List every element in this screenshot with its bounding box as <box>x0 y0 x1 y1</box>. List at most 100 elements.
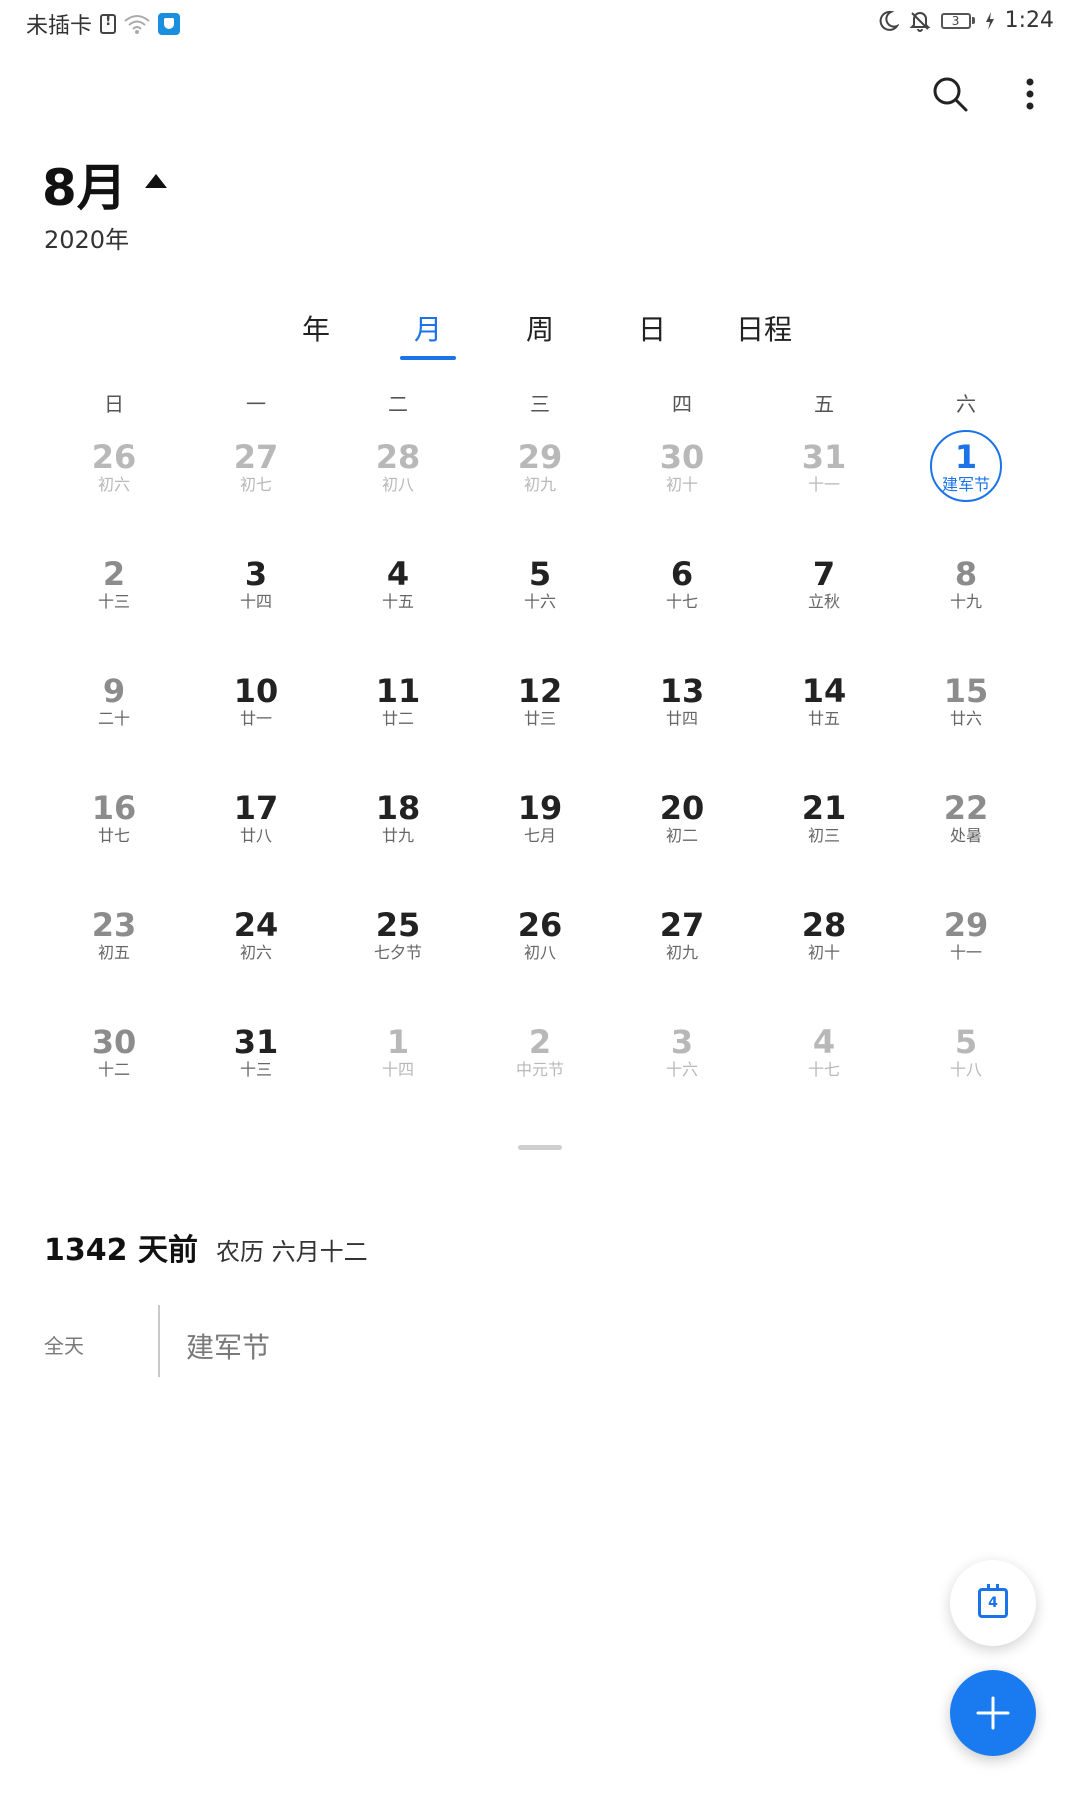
day-number: 3 <box>670 1023 694 1061</box>
day-number: 2 <box>102 555 126 593</box>
day-cell[interactable]: 1 十四 <box>327 1025 469 1142</box>
status-time: 1:24 <box>1004 8 1054 33</box>
day-cell[interactable]: 4 十五 <box>327 557 469 674</box>
lunar-label: 廿二 <box>381 709 414 728</box>
day-cell[interactable]: 4 十七 <box>753 1025 895 1142</box>
day-cell[interactable]: 29 十一 <box>895 908 1037 1025</box>
day-cell[interactable]: 18 廿九 <box>327 791 469 908</box>
lunar-label: 十二 <box>97 1060 130 1079</box>
weekday-label: 二 <box>388 392 408 416</box>
day-cell[interactable]: 27 初七 <box>185 440 327 557</box>
lunar-label: 十一 <box>807 475 840 494</box>
day-number: 22 <box>943 789 989 827</box>
day-number: 25 <box>375 906 421 944</box>
day-cell[interactable]: 10 廿一 <box>185 674 327 791</box>
carrier-label: 未插卡 <box>26 14 93 39</box>
day-cell[interactable]: 2 十三 <box>43 557 185 674</box>
view-tabs: 年 月 周 日 日程 <box>260 300 820 360</box>
plus-icon <box>976 1696 1010 1730</box>
day-cell[interactable]: 24 初六 <box>185 908 327 1025</box>
event-item[interactable]: 建军节 <box>186 1326 270 1366</box>
day-cell[interactable]: 15 廿六 <box>895 674 1037 791</box>
day-cell[interactable]: 5 十六 <box>469 557 611 674</box>
day-number: 31 <box>801 438 847 476</box>
day-cell[interactable]: 8 十九 <box>895 557 1037 674</box>
week-row: 23 初五 24 初六 25 七夕节 26 初八 27 初九 28 初十 29 十一 <box>43 908 1037 1025</box>
day-cell[interactable]: 28 初八 <box>327 440 469 557</box>
charging-icon <box>985 11 994 30</box>
day-cell[interactable]: 21 初三 <box>753 791 895 908</box>
search-icon[interactable] <box>930 74 970 114</box>
day-number: 30 <box>91 1023 137 1061</box>
day-cell[interactable]: 25 七夕节 <box>327 908 469 1025</box>
day-cell[interactable]: 19 七月 <box>469 791 611 908</box>
event-divider <box>158 1305 160 1377</box>
lunar-label: 建军节 <box>941 475 990 494</box>
add-event-button[interactable] <box>950 1670 1036 1756</box>
day-cell[interactable]: 22 处暑 <box>895 791 1037 908</box>
day-number: 29 <box>517 438 563 476</box>
weekday-label: 六 <box>956 392 976 416</box>
lunar-label: 初八 <box>381 475 414 494</box>
day-cell-selected[interactable]: 1 建军节 <box>895 430 1037 557</box>
day-cell[interactable]: 3 十四 <box>185 557 327 674</box>
day-cell[interactable]: 26 初六 <box>43 440 185 557</box>
day-cell[interactable]: 17 廿八 <box>185 791 327 908</box>
day-cell[interactable]: 16 廿七 <box>43 791 185 908</box>
day-cell[interactable]: 31 十一 <box>753 440 895 557</box>
calendar-today-icon: 4 <box>978 1584 1008 1618</box>
day-number: 17 <box>233 789 279 827</box>
day-cell[interactable]: 14 廿五 <box>753 674 895 791</box>
day-number: 28 <box>375 438 421 476</box>
today-button[interactable]: 4 <box>950 1560 1036 1646</box>
day-cell[interactable]: 29 初九 <box>469 440 611 557</box>
day-cell[interactable]: 5 十八 <box>895 1025 1037 1142</box>
day-cell[interactable]: 2 中元节 <box>469 1025 611 1142</box>
lunar-label: 廿五 <box>807 709 840 728</box>
lunar-label: 十九 <box>949 592 982 611</box>
day-number: 4 <box>386 555 410 593</box>
day-cell[interactable]: 11 廿二 <box>327 674 469 791</box>
lunar-label: 中元节 <box>515 1060 564 1079</box>
tab-month[interactable]: 月 <box>372 300 484 360</box>
day-cell[interactable]: 31 十三 <box>185 1025 327 1142</box>
day-cell[interactable]: 7 立秋 <box>753 557 895 674</box>
lunar-label: 十六 <box>523 592 556 611</box>
weekday-label: 三 <box>530 392 550 416</box>
lunar-label: 十三 <box>97 592 130 611</box>
day-cell[interactable]: 30 十二 <box>43 1025 185 1142</box>
day-number: 16 <box>91 789 137 827</box>
day-cell[interactable]: 30 初十 <box>611 440 753 557</box>
day-cell[interactable]: 3 十六 <box>611 1025 753 1142</box>
day-cell[interactable]: 23 初五 <box>43 908 185 1025</box>
day-cell[interactable]: 27 初九 <box>611 908 753 1025</box>
day-number: 19 <box>517 789 563 827</box>
lunar-label: 廿四 <box>665 709 698 728</box>
month-selector[interactable]: 8月 <box>42 148 167 220</box>
days-ago-label: 1342 天前 <box>44 1233 198 1268</box>
day-cell[interactable]: 12 廿三 <box>469 674 611 791</box>
shield-icon <box>158 13 181 35</box>
month-grid: 26 初六 27 初七 28 初八 29 初九 30 初十 31 十一 1 建军节 2 十三 3 十四 4 十五 5 十六… <box>43 430 1037 1142</box>
day-cell[interactable]: 20 初二 <box>611 791 753 908</box>
lunar-date-label: 农历 六月十二 <box>215 1238 368 1266</box>
day-cell[interactable]: 26 初八 <box>469 908 611 1025</box>
day-number: 12 <box>517 672 563 710</box>
tab-schedule[interactable]: 日程 <box>708 300 820 360</box>
week-row: 16 廿七 17 廿八 18 廿九 19 七月 20 初二 21 初三 22 处暑 <box>43 791 1037 908</box>
day-number: 24 <box>233 906 279 944</box>
drag-handle[interactable] <box>518 1145 562 1150</box>
day-cell[interactable]: 6 十七 <box>611 557 753 674</box>
day-number: 4 <box>812 1023 836 1061</box>
tab-day[interactable]: 日 <box>596 300 708 360</box>
lunar-label: 二十 <box>97 709 130 728</box>
tab-week[interactable]: 周 <box>484 300 596 360</box>
lunar-label: 初九 <box>665 943 698 962</box>
tab-year[interactable]: 年 <box>260 300 372 360</box>
day-cell[interactable]: 9 二十 <box>43 674 185 791</box>
day-number: 1 <box>954 438 978 476</box>
day-cell[interactable]: 13 廿四 <box>611 674 753 791</box>
day-cell[interactable]: 28 初十 <box>753 908 895 1025</box>
more-options-icon[interactable] <box>1010 74 1050 114</box>
day-number: 15 <box>943 672 989 710</box>
